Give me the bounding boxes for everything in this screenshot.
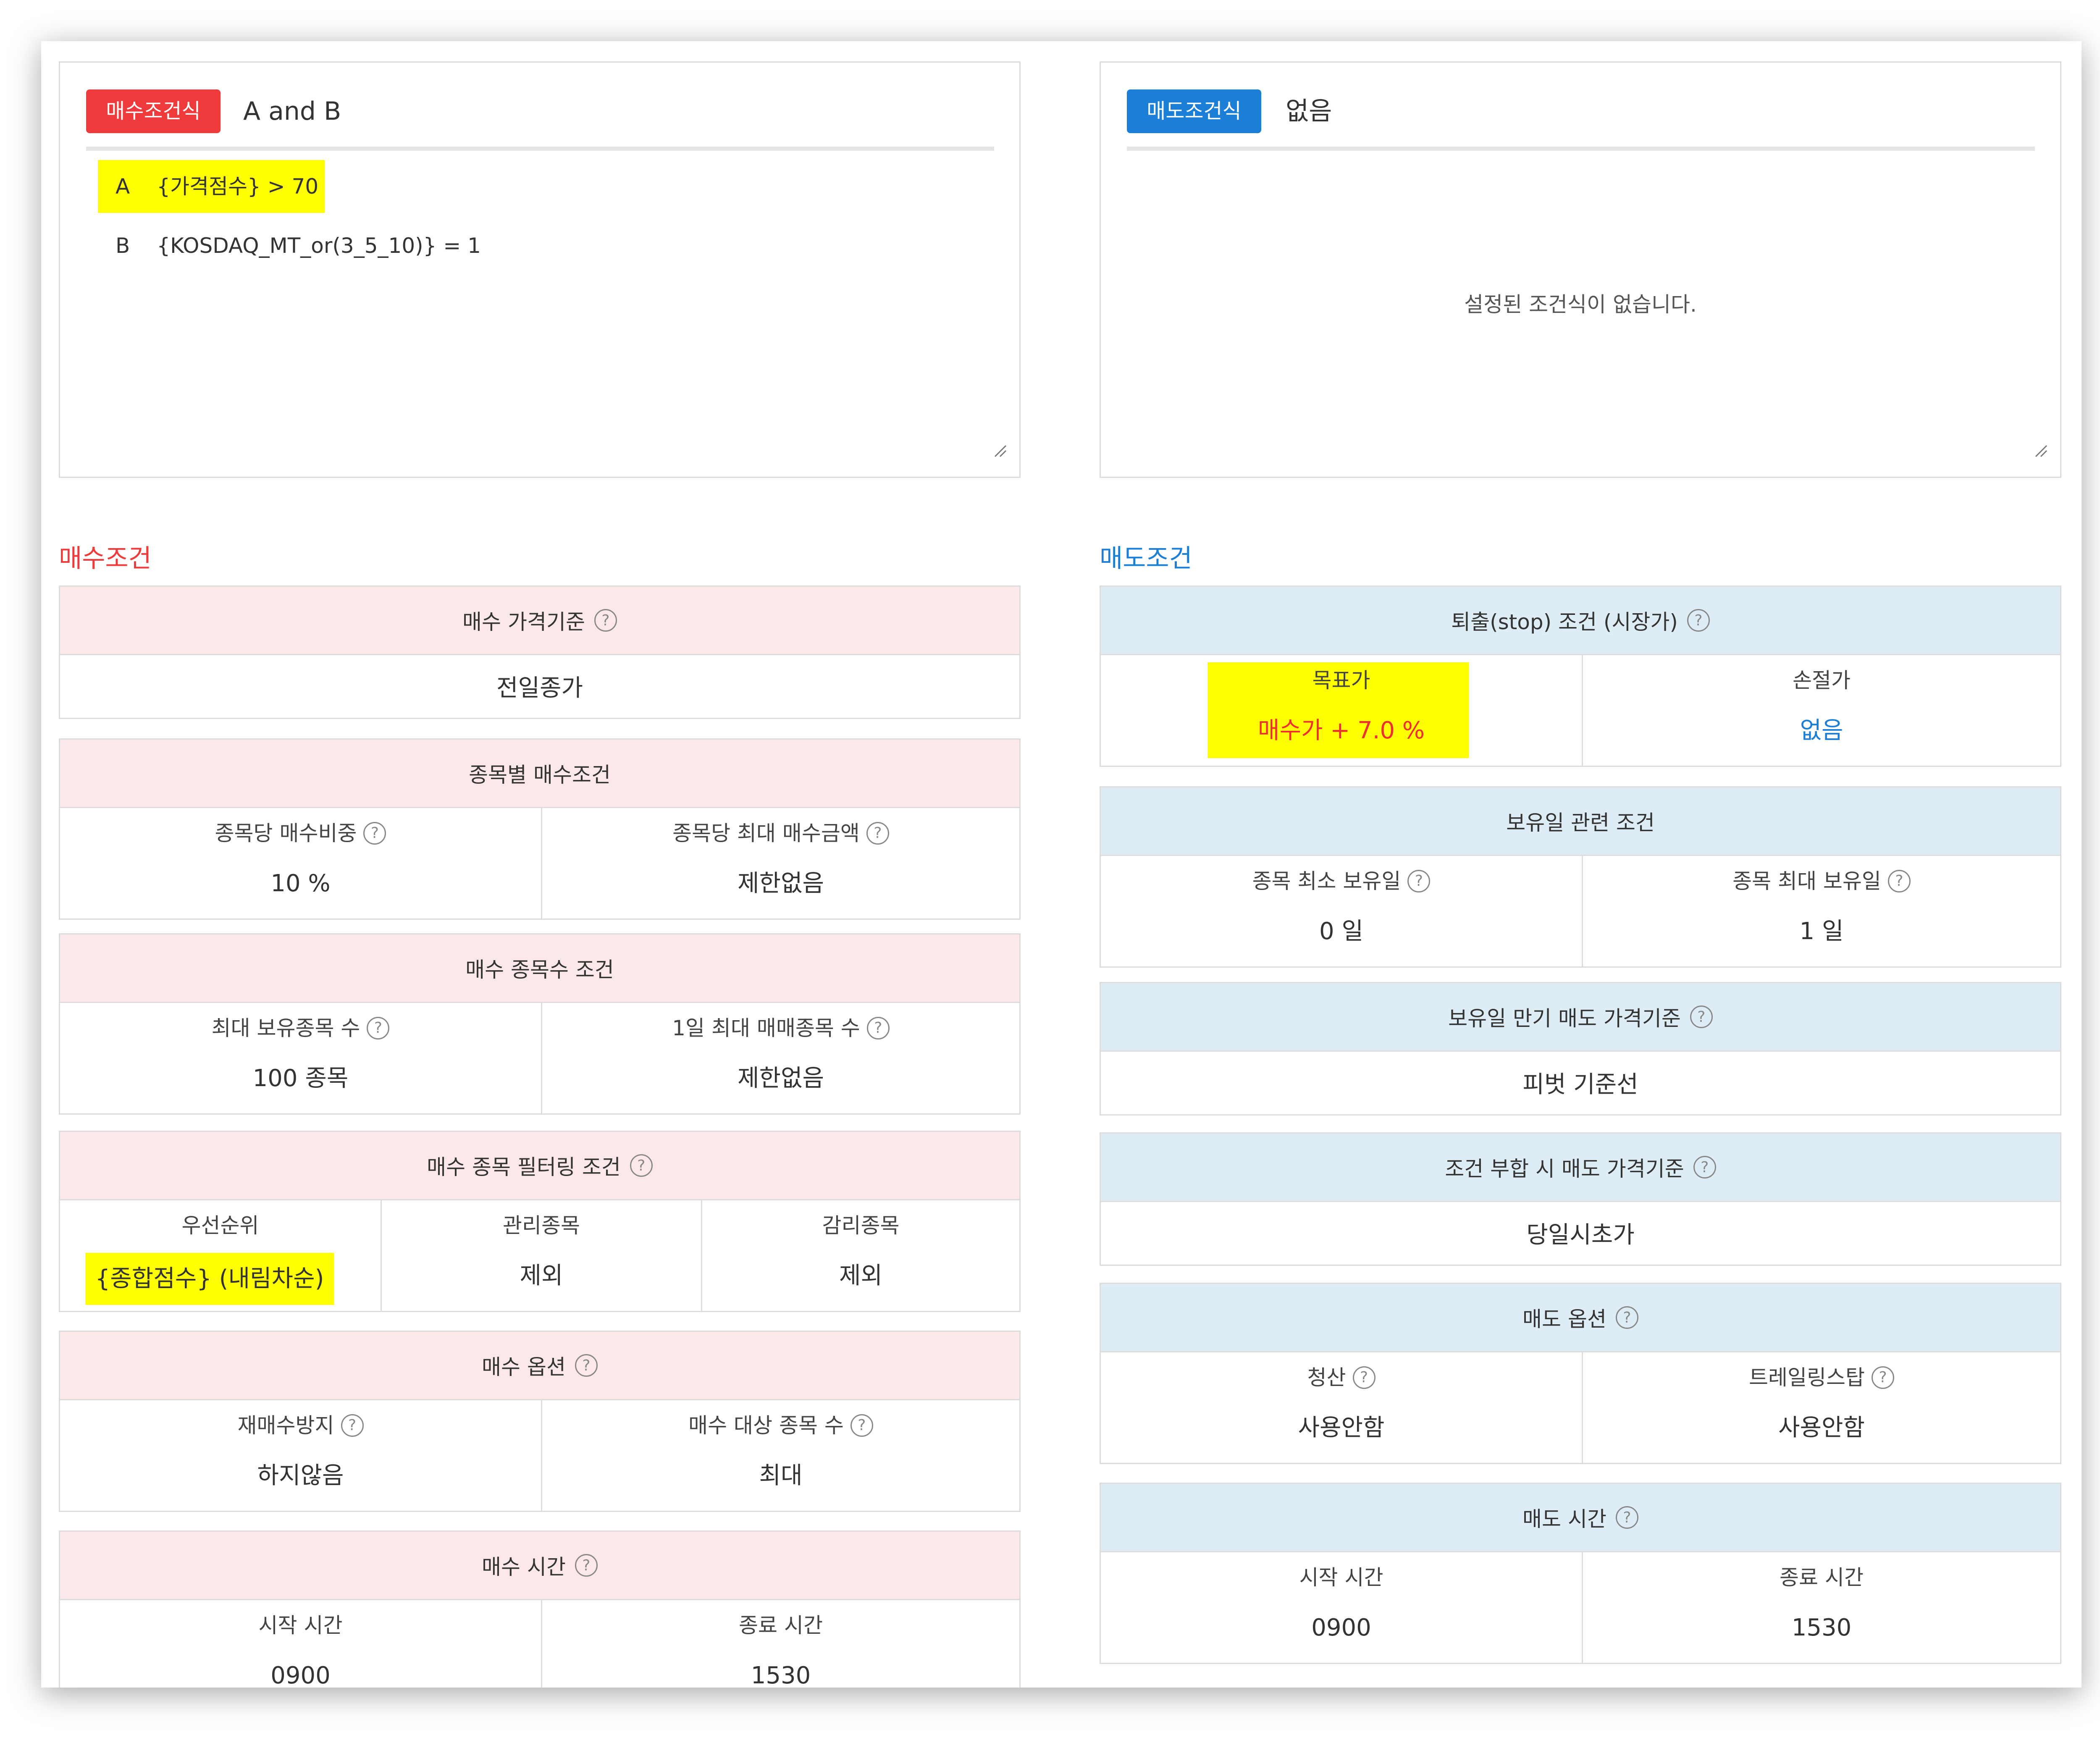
target-price-cell: 목표가 매수가 + 7.0 % [1101,654,1582,766]
card-header: 매도 옵션? [1101,1284,2060,1352]
buy-start-time-cell: 시작 시간 0900 [258,1613,343,1688]
resize-handle-icon[interactable] [992,443,1007,457]
question-circle-icon[interactable]: ? [1615,1306,1638,1329]
sell-start-time-cell: 시작 시간 0900 [1299,1565,1383,1641]
match-value: 당일시초가 [1526,1221,1635,1249]
buy-price-basis-value: 전일종가 [496,674,583,702]
question-circle-icon[interactable]: ? [1687,609,1710,632]
card-header: 보유일 만기 매도 가격기준? [1101,983,2060,1052]
target-price-value: 매수가 + 7.0 % [1257,717,1425,744]
priority-cell: 우선순위 {종합점수} (내림차순) [60,1199,381,1311]
card-header: 매수 종목 필터링 조건? [60,1132,1019,1200]
question-circle-icon[interactable]: ? [363,822,386,845]
divider [1127,147,2035,151]
question-circle-icon[interactable]: ? [594,609,617,632]
resize-handle-icon[interactable] [2033,443,2048,457]
buy-price-basis-card: 매수 가격기준? 전일종가 [59,585,1021,719]
condition-line-a[interactable]: A {가격점수} > 70 [98,160,325,213]
managed-stock-cell: 관리종목 제외 [381,1199,701,1311]
condition-line-b[interactable]: B {KOSDAQ_MT_or(3_5_10)} = 1 [116,225,481,267]
buy-count-card: 매수 종목수 조건 최대 보유종목 수? 100 종목 1일 최대 매매종목 수… [59,933,1021,1115]
question-circle-icon[interactable]: ? [850,1414,873,1437]
daily-max-trades-cell: 1일 최대 매매종목 수? 제한없음 [541,1002,1019,1113]
question-circle-icon[interactable]: ? [1690,1005,1713,1028]
buy-target-count-cell: 매수 대상 종목 수? 최대 [541,1399,1019,1511]
card-header: 매도 시간? [1101,1484,2060,1552]
question-circle-icon[interactable]: ? [1352,1366,1376,1389]
question-circle-icon[interactable]: ? [1407,870,1431,892]
per-stock-weight-cell: 종목당 매수비중? 10 % [60,807,541,919]
buy-end-time-cell: 종료 시간 1530 [541,1599,1019,1688]
min-holding-cell: 종목 최소 보유일? 0 일 [1101,855,1582,966]
per-stock-max-amount-cell: 종목당 최대 매수금액? 제한없음 [541,807,1019,919]
buy-options-card: 매수 옵션? 재매수방지? 하지않음 매수 대상 종목 수? 최대 [59,1331,1021,1512]
card-header: 매수 가격기준? [60,587,1019,655]
condition-label: B [116,234,130,258]
buy-filter-card: 매수 종목 필터링 조건? 우선순위 {종합점수} (내림차순) 관리종목 제외… [59,1131,1021,1312]
sell-options-card: 매도 옵션? 청산? 사용안함 트레일링스탑? 사용안함 [1100,1283,2061,1464]
sell-stop-card: 퇴출(stop) 조건 (시장가)? 목표가 매수가 + 7.0 % 손절가 없… [1100,585,2061,767]
card-header: 조건 부합 시 매도 가격기준? [1101,1134,2060,1202]
card-header: 매수 종목수 조건 [60,934,1019,1003]
condition-expression: {KOSDAQ_MT_or(3_5_10)} = 1 [157,234,481,258]
question-circle-icon[interactable]: ? [1887,870,1911,892]
divider [86,147,994,151]
card-header: 매수 시간? [60,1532,1019,1600]
question-circle-icon[interactable]: ? [1615,1506,1638,1529]
sell-section-title: 매도조건 [1100,544,1192,573]
buy-time-card: 매수 시간? 시작 시간 0900 종료 시간 1530 [59,1530,1021,1688]
trailing-stop-cell: 트레일링스탑? 사용안함 [1582,1351,2060,1463]
expiry-value: 피벗 기준선 [1522,1071,1638,1098]
max-holding-cell: 종목 최대 보유일? 1 일 [1582,855,2060,966]
condition-expression: {가격점수} > 70 [157,174,319,199]
condition-label: A [116,174,130,199]
card-header: 퇴출(stop) 조건 (시장가)? [1101,587,2060,655]
buy-per-stock-card: 종목별 매수조건 종목당 매수비중? 10 % 종목당 최대 매수금액? 제한없… [59,738,1021,920]
sell-match-card: 조건 부합 시 매도 가격기준? 당일시초가 [1100,1132,2061,1266]
question-circle-icon[interactable]: ? [575,1554,598,1577]
buy-section-title: 매수조건 [59,544,152,573]
sell-end-time-cell: 종료 시간 1530 [1582,1551,2060,1663]
sell-expiry-card: 보유일 만기 매도 가격기준? 피벗 기준선 [1100,982,2061,1116]
sell-expression-badge: 매도조건식 [1127,89,1261,133]
empty-expression-message: 설정된 조건식이 없습니다. [1464,292,1697,317]
rebuy-prevent-cell: 재매수방지? 하지않음 [60,1399,541,1511]
question-circle-icon[interactable]: ? [367,1017,390,1040]
max-holdings-cell: 최대 보유종목 수? 100 종목 [60,1002,541,1113]
card-header: 보유일 관련 조건 [1101,788,2060,856]
question-circle-icon[interactable]: ? [866,1017,890,1040]
sell-holding-card: 보유일 관련 조건 종목 최소 보유일? 0 일 종목 최대 보유일? 1 일 [1100,786,2061,968]
priority-value: {종합점수} (내림차순) [85,1253,334,1305]
card-header: 매수 옵션? [60,1332,1019,1400]
question-circle-icon[interactable]: ? [1872,1366,1894,1389]
stop-loss-value: 없음 [1800,717,1843,744]
question-circle-icon[interactable]: ? [575,1354,598,1377]
sell-expression-box[interactable]: 매도조건식 없음 설정된 조건식이 없습니다. [1100,61,2061,478]
sell-expression-title: 없음 [1286,97,1332,126]
stop-loss-cell: 손절가 없음 [1582,654,2060,766]
liquidation-cell: 청산? 사용안함 [1298,1365,1385,1441]
buy-expression-title: A and B [243,97,341,126]
question-circle-icon[interactable]: ? [866,822,889,845]
sell-time-card: 매도 시간? 시작 시간 0900 종료 시간 1530 [1100,1483,2061,1664]
strategy-settings-panel: 매수조건식 A and B A {가격점수} > 70 B {KOSDAQ_MT… [41,41,2082,1688]
buy-expression-box[interactable]: 매수조건식 A and B A {가격점수} > 70 B {KOSDAQ_MT… [59,61,1021,478]
question-circle-icon[interactable]: ? [1693,1156,1716,1179]
buy-expression-badge: 매수조건식 [86,89,220,133]
card-header: 종목별 매수조건 [60,740,1019,808]
question-circle-icon[interactable]: ? [630,1154,653,1177]
supervised-stock-cell: 감리종목 제외 [701,1199,1019,1311]
question-circle-icon[interactable]: ? [341,1414,364,1437]
